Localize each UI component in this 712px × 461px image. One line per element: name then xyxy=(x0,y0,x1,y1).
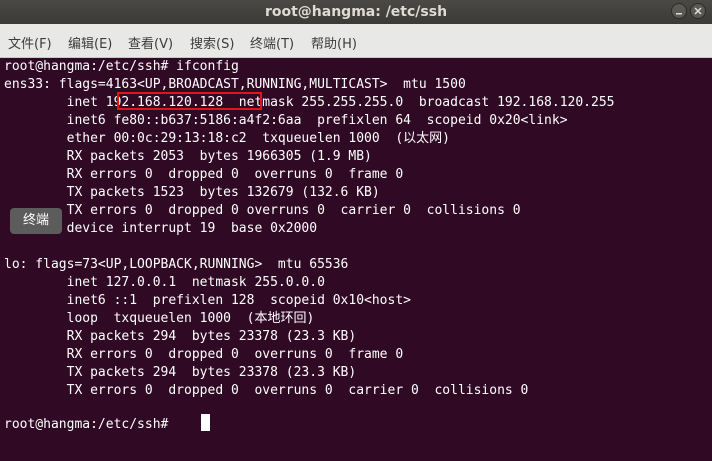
menu-file[interactable]: 文件(F) xyxy=(8,33,52,52)
menu-help[interactable]: 帮助(H) xyxy=(311,33,357,52)
terminal-line: lo: flags=73<UP,LOOPBACK,RUNNING> mtu 65… xyxy=(4,257,349,272)
terminal-line: RX errors 0 dropped 0 overruns 0 frame 0 xyxy=(4,167,404,182)
terminal-output[interactable]: root@hangma:/etc/ssh# ifconfig ens33: fl… xyxy=(0,58,712,461)
terminal-line: inet 192.168.120.128 netmask 255.255.255… xyxy=(4,95,615,110)
menu-view[interactable]: 查看(V) xyxy=(128,33,173,52)
minimize-button[interactable] xyxy=(671,3,687,19)
ip-address-highlight xyxy=(117,92,262,110)
terminal-line: TX packets 1523 bytes 132679 (132.6 KB) xyxy=(4,185,380,200)
terminal-line: inet6 ::1 prefixlen 128 scopeid 0x10<hos… xyxy=(4,293,411,308)
close-button[interactable] xyxy=(690,3,706,19)
terminal-line: TX errors 0 dropped 0 overruns 0 carrier… xyxy=(4,203,521,218)
terminal-line: RX errors 0 dropped 0 overruns 0 frame 0 xyxy=(4,347,404,362)
terminal-line: inet6 fe80::b637:5186:a4f2:6aa prefixlen… xyxy=(4,113,568,128)
terminal-line: TX packets 294 bytes 23378 (23.3 KB) xyxy=(4,365,357,380)
terminal-line: root@hangma:/etc/ssh# ifconfig xyxy=(4,59,239,74)
terminal-line: ether 00:0c:29:13:18:c2 txqueuelen 1000 … xyxy=(4,131,450,146)
terminal-line: TX errors 0 dropped 0 overruns 0 carrier… xyxy=(4,383,529,398)
text-cursor xyxy=(201,414,210,431)
close-icon xyxy=(694,7,702,15)
minimize-icon xyxy=(676,13,682,15)
terminal-line: inet 127.0.0.1 netmask 255.0.0.0 xyxy=(4,275,325,290)
menu-bar: 文件(F) 编辑(E) 查看(V) 搜索(S) 终端(T) 帮助(H) xyxy=(0,24,712,58)
terminal-line: RX packets 2053 bytes 1966305 (1.9 MB) xyxy=(4,149,372,164)
terminal-line: RX packets 294 bytes 23378 (23.3 KB) xyxy=(4,329,357,344)
terminal-prompt: root@hangma:/etc/ssh# xyxy=(4,417,177,432)
terminal-tooltip: 终端 xyxy=(10,208,62,234)
menu-search[interactable]: 搜索(S) xyxy=(190,33,234,52)
title-bar[interactable]: root@hangma: /etc/ssh xyxy=(0,0,712,24)
menu-terminal[interactable]: 终端(T) xyxy=(250,33,294,52)
terminal-line: loop txqueuelen 1000 (本地环回) xyxy=(4,311,315,326)
window-title: root@hangma: /etc/ssh xyxy=(264,4,448,20)
menu-edit[interactable]: 编辑(E) xyxy=(68,33,112,52)
